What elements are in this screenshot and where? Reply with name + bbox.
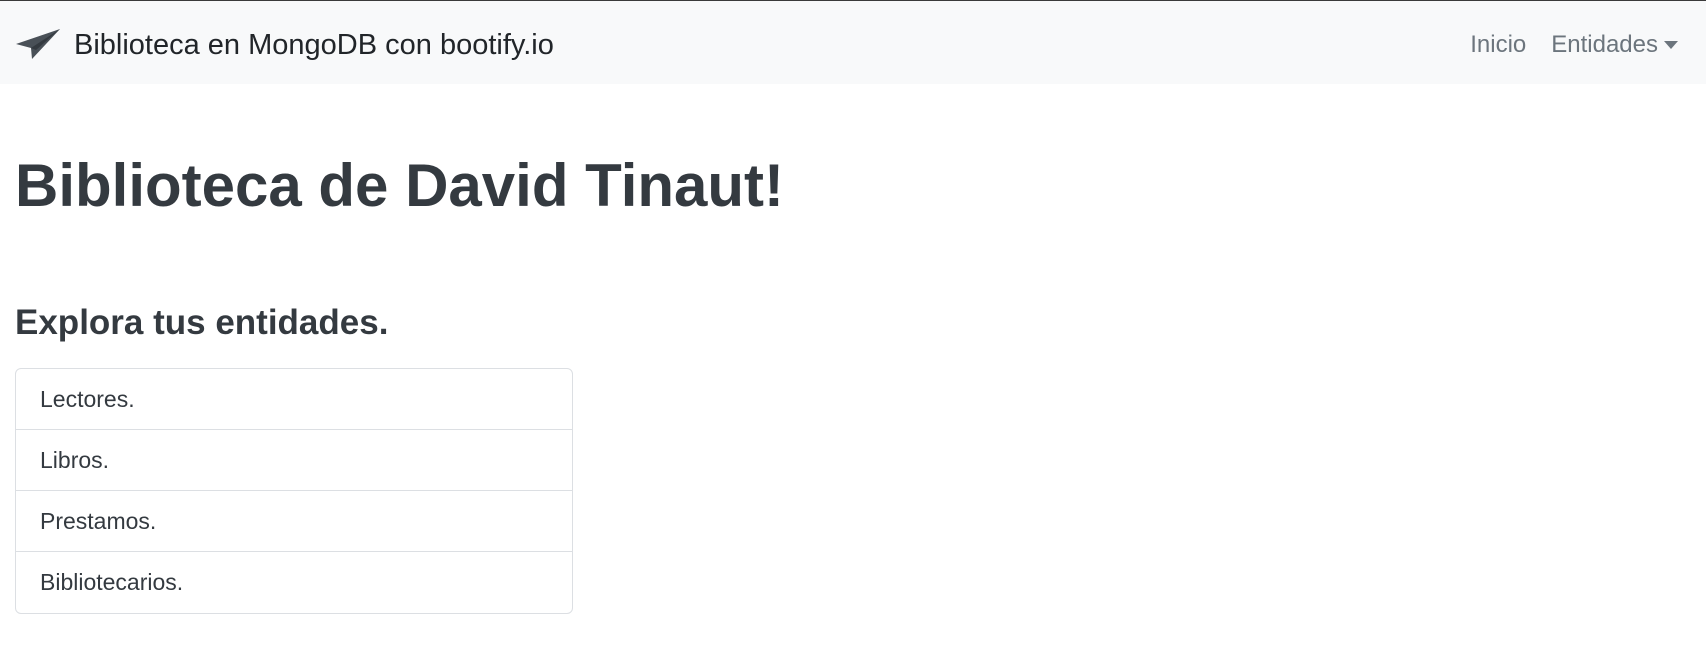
nav-dropdown-entidades[interactable]: Entidades [1551,31,1678,59]
nav-dropdown-entidades-label: Entidades [1551,31,1658,58]
paper-plane-icon [16,29,60,61]
nav-link-inicio[interactable]: Inicio [1470,31,1526,59]
entities-list: Lectores. Libros. Prestamos. Bibliotecar… [15,368,573,614]
brand-title: Biblioteca en MongoDB con bootify.io [74,28,554,61]
top-navbar: Biblioteca en MongoDB con bootify.io Ini… [0,0,1706,84]
list-item-libros[interactable]: Libros. [16,430,572,491]
nav-links: Inicio Entidades [1445,27,1678,63]
section-title: Explora tus entidades. [15,303,389,342]
list-item-prestamos[interactable]: Prestamos. [16,491,572,552]
list-item-lectores[interactable]: Lectores. [16,369,572,430]
brand-link[interactable]: Biblioteca en MongoDB con bootify.io [16,25,554,65]
caret-down-icon [1664,41,1678,49]
page-title: Biblioteca de David Tinaut! [15,152,785,219]
list-item-bibliotecarios[interactable]: Bibliotecarios. [16,552,572,613]
